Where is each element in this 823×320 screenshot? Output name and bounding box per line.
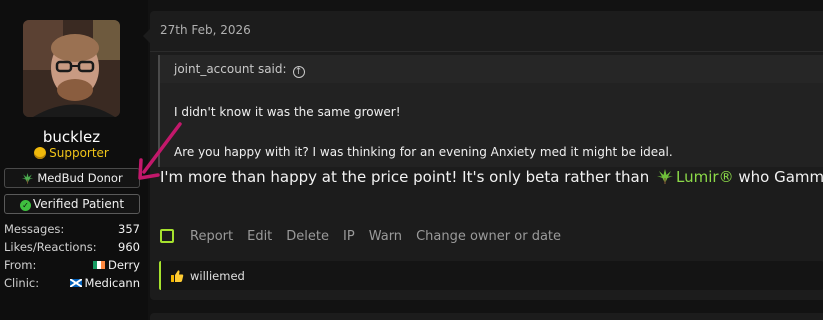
user-stats: Messages: 357 Likes/Reactions: 960 From:…: [4, 220, 140, 292]
quote-author-text: joint_account said:: [174, 62, 287, 76]
user-title: Supporter: [0, 146, 143, 160]
message-text: I'm more than happy at the price point! …: [160, 168, 650, 186]
user-title-label: Supporter: [49, 146, 109, 160]
post-message: I'm more than happy at the price point! …: [160, 168, 823, 186]
verified-banner-label: Verified Patient: [32, 197, 125, 211]
coin-icon: [34, 147, 47, 159]
lumir-link[interactable]: Lumir®: [676, 168, 734, 186]
quote-text-line: Are you happy with it? I was thinking fo…: [174, 145, 673, 159]
avatar[interactable]: [23, 20, 120, 117]
next-post: [150, 313, 823, 320]
cannabis-leaf-icon: [656, 168, 674, 184]
cannabis-leaf-icon: [21, 172, 34, 184]
stat-clinic: Clinic: Medicann: [4, 274, 140, 292]
delete-link[interactable]: Delete: [286, 229, 329, 244]
scotland-flag-icon: [69, 279, 82, 287]
arrow-up-circle-icon[interactable]: ↑: [292, 66, 305, 78]
quote-block: joint_account said: ↑ I didn't know it wa…: [158, 55, 823, 167]
stat-messages: Messages: 357: [4, 220, 140, 238]
reactions-bar[interactable]: williemed: [159, 261, 823, 290]
ip-link[interactable]: IP: [343, 229, 355, 244]
stat-value-clinic: Medicann: [69, 274, 140, 292]
warn-link[interactable]: Warn: [369, 229, 402, 244]
verified-patient-banner: ✓ Verified Patient: [4, 194, 140, 214]
stat-from-text: Derry: [108, 258, 140, 272]
select-checkbox[interactable]: [160, 229, 174, 243]
quote-text-line: I didn't know it was the same grower!: [174, 105, 401, 119]
quote-header[interactable]: joint_account said: ↑: [160, 55, 823, 83]
post-actions: Report Edit Delete IP Warn Change owner …: [160, 227, 575, 245]
quote-author[interactable]: joint_account said: ↑: [174, 62, 305, 78]
stat-clinic-text: Medicann: [84, 276, 140, 290]
reaction-user[interactable]: williemed: [190, 269, 245, 283]
stat-label: Likes/Reactions:: [4, 240, 97, 254]
donor-banner-label: MedBud Donor: [37, 171, 123, 185]
stat-likes: Likes/Reactions: 960: [4, 238, 140, 256]
thumbs-up-icon: [170, 268, 184, 282]
check-badge-icon: ✓: [19, 200, 31, 211]
message-text-end: who Gamma it!: [738, 168, 823, 186]
stat-value: 960: [118, 240, 140, 254]
post: 27th Feb, 2026 joint_account said: ↑ I di…: [150, 11, 823, 300]
ireland-flag-icon: [93, 261, 105, 269]
user-sidebar: bucklez Supporter MedBud Donor ✓ Verified…: [0, 0, 148, 320]
report-link[interactable]: Report: [190, 229, 233, 244]
stat-label: Messages:: [4, 222, 65, 236]
change-owner-link[interactable]: Change owner or date: [416, 229, 561, 244]
stat-value[interactable]: 357: [118, 220, 140, 238]
post-date[interactable]: 27th Feb, 2026: [160, 23, 251, 37]
stat-from: From: Derry: [4, 256, 140, 274]
donor-banner: MedBud Donor: [4, 168, 140, 188]
post-divider: [150, 51, 823, 52]
stat-value-from: Derry: [93, 256, 140, 274]
username[interactable]: bucklez: [0, 128, 143, 146]
edit-link[interactable]: Edit: [247, 229, 272, 244]
stat-label: From:: [4, 258, 37, 272]
stat-label: Clinic:: [4, 276, 40, 290]
